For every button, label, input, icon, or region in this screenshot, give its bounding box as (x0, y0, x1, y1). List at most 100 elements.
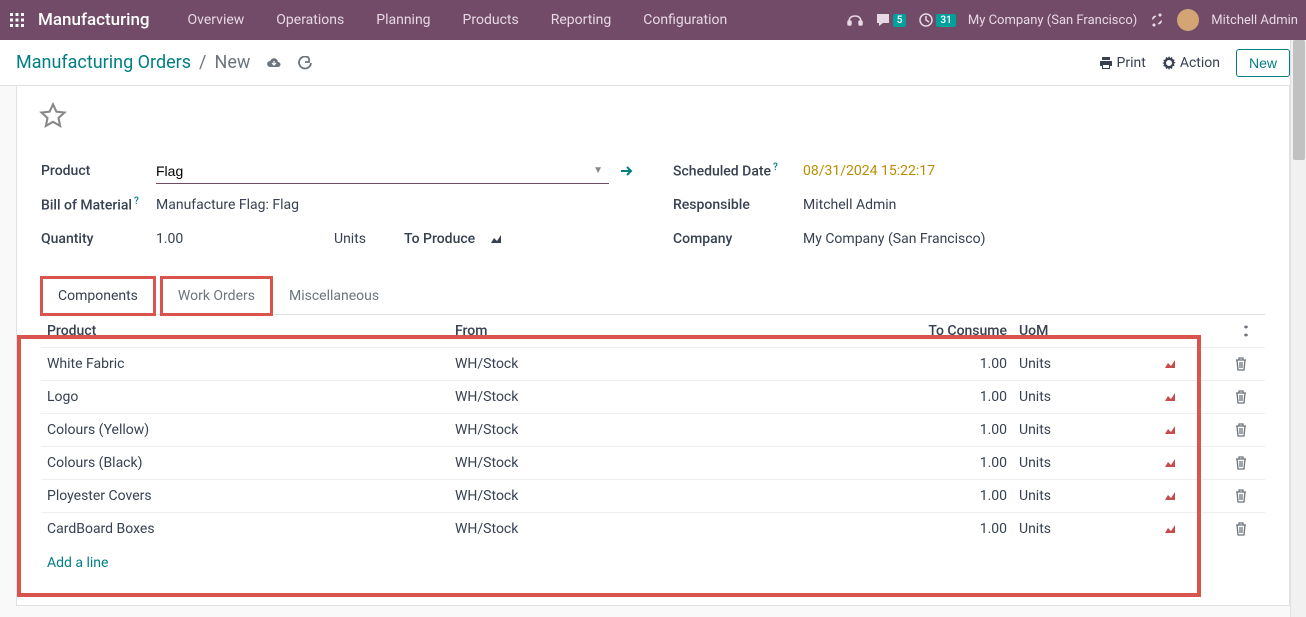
row-delete-icon[interactable] (1229, 348, 1265, 381)
cell-uom[interactable]: Units (1013, 513, 1157, 546)
tab-components[interactable]: Components (41, 277, 155, 315)
form-left-col: Product ▼ Bill of Material? Manufacture … (41, 154, 633, 256)
table-row[interactable]: Colours (Yellow)WH/Stock1.00Units (41, 414, 1265, 447)
cell-product[interactable]: CardBoard Boxes (41, 513, 449, 546)
user-name[interactable]: Mitchell Admin (1211, 13, 1298, 28)
th-to-consume[interactable]: To Consume (881, 315, 1013, 348)
row-delete-icon[interactable] (1229, 414, 1265, 447)
row-forecast-icon[interactable] (1157, 348, 1229, 381)
cell-from[interactable]: WH/Stock (449, 348, 881, 381)
th-chart (1157, 315, 1229, 348)
th-uom[interactable]: UoM (1013, 315, 1157, 348)
discard-icon[interactable] (298, 56, 312, 70)
th-from[interactable]: From (449, 315, 881, 348)
tab-work-orders[interactable]: Work Orders (161, 277, 272, 315)
tab-miscellaneous[interactable]: Miscellaneous (272, 277, 396, 315)
row-forecast-icon[interactable] (1157, 447, 1229, 480)
product-row: Product ▼ (41, 154, 633, 188)
table-row[interactable]: Colours (Black)WH/Stock1.00Units (41, 447, 1265, 480)
cell-from[interactable]: WH/Stock (449, 480, 881, 513)
cell-from[interactable]: WH/Stock (449, 381, 881, 414)
cell-product[interactable]: Ployester Covers (41, 480, 449, 513)
messages-badge: 5 (893, 14, 907, 27)
table-row[interactable]: CardBoard BoxesWH/Stock1.00Units (41, 513, 1265, 546)
cell-uom[interactable]: Units (1013, 447, 1157, 480)
help-icon[interactable]: ? (134, 196, 139, 207)
breadcrumb-separator: / (199, 52, 206, 73)
top-navbar: Manufacturing Overview Operations Planni… (0, 0, 1306, 40)
row-forecast-icon[interactable] (1157, 414, 1229, 447)
responsible-row: Responsible Mitchell Admin (673, 188, 1265, 222)
cell-from[interactable]: WH/Stock (449, 447, 881, 480)
company-selector[interactable]: My Company (San Francisco) (968, 13, 1137, 28)
cell-to-consume[interactable]: 1.00 (881, 381, 1013, 414)
company-value[interactable]: My Company (San Francisco) (803, 231, 1265, 247)
bom-value[interactable]: Manufacture Flag: Flag (156, 197, 633, 213)
dropdown-caret-icon[interactable]: ▼ (587, 165, 609, 176)
cloud-save-icon[interactable] (266, 56, 282, 70)
th-settings[interactable] (1229, 315, 1265, 348)
messages-icon[interactable]: 5 (875, 12, 907, 28)
table-row[interactable]: Ployester CoversWH/Stock1.00Units (41, 480, 1265, 513)
to-produce-label: To Produce (404, 231, 475, 247)
help-icon[interactable]: ? (773, 162, 778, 173)
nav-configuration[interactable]: Configuration (629, 12, 741, 28)
new-button[interactable]: New (1236, 49, 1290, 77)
cell-to-consume[interactable]: 1.00 (881, 414, 1013, 447)
table-row[interactable]: White FabricWH/Stock1.00Units (41, 348, 1265, 381)
nav-products[interactable]: Products (449, 12, 533, 28)
responsible-value[interactable]: Mitchell Admin (803, 197, 1265, 213)
row-forecast-icon[interactable] (1157, 513, 1229, 546)
cell-from[interactable]: WH/Stock (449, 414, 881, 447)
qty-unit[interactable]: Units (334, 231, 366, 247)
product-input-wrap: ▼ (156, 159, 609, 184)
print-button[interactable]: Print (1099, 55, 1146, 71)
apps-icon[interactable] (8, 11, 26, 29)
row-delete-icon[interactable] (1229, 480, 1265, 513)
cell-product[interactable]: Colours (Black) (41, 447, 449, 480)
qty-value[interactable]: 1.00 (156, 231, 216, 247)
action-button[interactable]: Action (1162, 55, 1220, 71)
tabs: Components Work Orders Miscellaneous (41, 276, 1265, 315)
product-input[interactable] (156, 159, 587, 183)
nav-planning[interactable]: Planning (362, 12, 444, 28)
cell-from[interactable]: WH/Stock (449, 513, 881, 546)
cell-to-consume[interactable]: 1.00 (881, 513, 1013, 546)
breadcrumb-root[interactable]: Manufacturing Orders (16, 52, 191, 73)
scrollbar[interactable] (1290, 40, 1306, 617)
app-title[interactable]: Manufacturing (38, 10, 150, 30)
nav-operations[interactable]: Operations (262, 12, 358, 28)
cell-uom[interactable]: Units (1013, 348, 1157, 381)
external-link-icon[interactable] (619, 164, 633, 178)
cell-to-consume[interactable]: 1.00 (881, 480, 1013, 513)
scheduled-value[interactable]: 08/31/2024 15:22:17 (803, 163, 1265, 179)
nav-reporting[interactable]: Reporting (537, 12, 626, 28)
row-delete-icon[interactable] (1229, 447, 1265, 480)
cell-to-consume[interactable]: 1.00 (881, 447, 1013, 480)
activities-icon[interactable]: 31 (918, 12, 955, 28)
nav-overview[interactable]: Overview (174, 12, 259, 28)
cell-uom[interactable]: Units (1013, 381, 1157, 414)
cell-uom[interactable]: Units (1013, 480, 1157, 513)
cell-product[interactable]: Colours (Yellow) (41, 414, 449, 447)
cell-to-consume[interactable]: 1.00 (881, 348, 1013, 381)
breadcrumb-bar: Manufacturing Orders / New Print Action … (0, 40, 1306, 86)
user-avatar[interactable] (1177, 9, 1199, 31)
cell-product[interactable]: White Fabric (41, 348, 449, 381)
row-forecast-icon[interactable] (1157, 381, 1229, 414)
components-table: Product From To Consume UoM White Fabric… (41, 315, 1265, 545)
row-delete-icon[interactable] (1229, 513, 1265, 546)
forecast-chart-icon[interactable] (489, 233, 503, 245)
tools-icon[interactable] (1149, 12, 1165, 28)
cell-uom[interactable]: Units (1013, 414, 1157, 447)
row-forecast-icon[interactable] (1157, 480, 1229, 513)
navbar-left: Manufacturing Overview Operations Planni… (8, 10, 741, 30)
favorite-star-icon[interactable] (39, 102, 67, 130)
row-delete-icon[interactable] (1229, 381, 1265, 414)
scrollbar-thumb[interactable] (1293, 40, 1305, 160)
th-product[interactable]: Product (41, 315, 449, 348)
support-icon[interactable] (847, 12, 863, 28)
cell-product[interactable]: Logo (41, 381, 449, 414)
add-line-button[interactable]: Add a line (41, 545, 114, 581)
table-row[interactable]: LogoWH/Stock1.00Units (41, 381, 1265, 414)
